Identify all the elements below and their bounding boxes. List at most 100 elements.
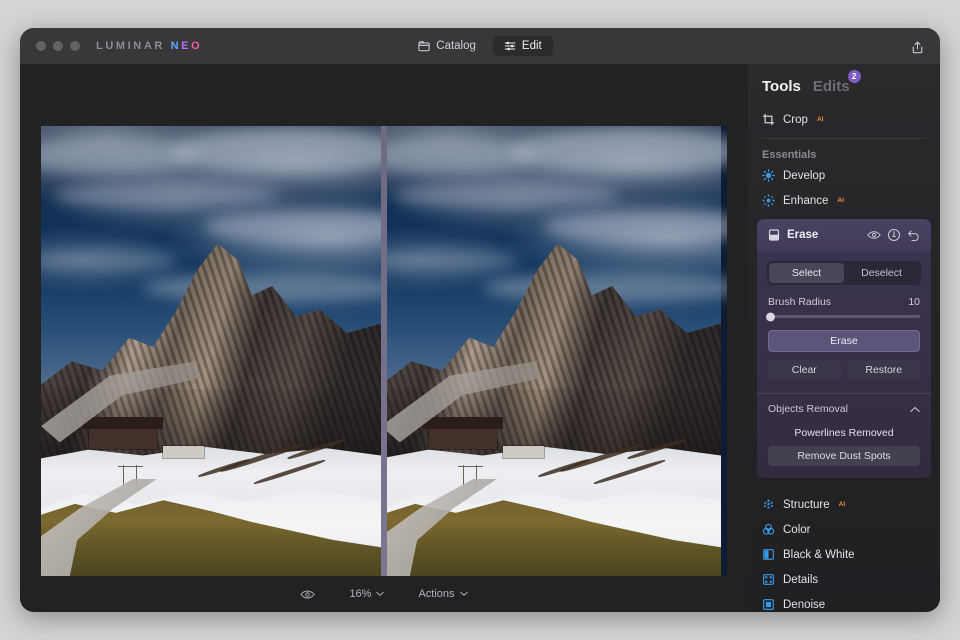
zoom-button[interactable]: [70, 41, 80, 51]
sidebar-item-details-label: Details: [783, 574, 818, 586]
sidebar-item-develop[interactable]: Develop: [748, 163, 940, 188]
edits-count-badge: 2: [848, 70, 861, 83]
erase-panel-header[interactable]: Erase: [757, 219, 931, 251]
color-circles-icon: [762, 523, 775, 536]
window-traffic-lights[interactable]: [36, 41, 80, 51]
zoom-level-label: 16%: [349, 588, 371, 600]
share-export-button[interactable]: [908, 38, 926, 56]
brand-e: E: [181, 40, 191, 52]
zoom-level-dropdown[interactable]: 16%: [349, 588, 384, 600]
erase-tool-panel: Erase Select Deselect: [757, 219, 931, 478]
clear-button[interactable]: Clear: [768, 360, 841, 380]
details-grid-icon: [762, 573, 775, 586]
remove-dust-spots-button[interactable]: Remove Dust Spots: [768, 446, 920, 466]
tab-catalog[interactable]: Catalog: [407, 36, 487, 56]
edit-sliders-icon: [504, 40, 516, 52]
brush-radius-slider-track[interactable]: [768, 315, 920, 318]
sidebar-item-develop-label: Develop: [783, 170, 825, 182]
denoise-square-icon: [762, 598, 775, 611]
tools-sidebar: Tools Edits 2 Crop AI Essentials Deve: [748, 64, 940, 612]
sidebar-item-details[interactable]: Details: [748, 567, 940, 592]
erase-secondary-actions: Clear Restore: [768, 360, 920, 380]
outbuilding: [503, 446, 544, 459]
brush-radius-control[interactable]: Brush Radius 10: [768, 296, 920, 318]
sidebar-item-denoise-label: Denoise: [783, 599, 825, 611]
tab-tools-label: Tools: [762, 78, 801, 95]
cabin-body: [89, 426, 157, 450]
structure-ai-badge: AI: [839, 501, 846, 508]
close-button[interactable]: [36, 41, 46, 51]
share-export-icon: [910, 40, 925, 55]
actions-dropdown[interactable]: Actions: [418, 588, 467, 600]
erase-icon: [767, 228, 781, 242]
sidebar-tabs: Tools Edits 2: [748, 78, 940, 95]
sidebar-item-enhance-label: Enhance: [783, 195, 828, 207]
sidebar-item-crop[interactable]: Crop AI: [748, 107, 940, 132]
eye-icon[interactable]: [867, 228, 881, 242]
sidebar-item-enhance[interactable]: Enhance AI: [748, 188, 940, 213]
deselect-button[interactable]: Deselect: [844, 263, 919, 283]
select-deselect-segmented-control[interactable]: Select Deselect: [767, 261, 921, 285]
bottom-toolbar: 16% Actions: [20, 576, 748, 612]
cabin-roof: [422, 417, 504, 429]
objects-removal-header[interactable]: Objects Removal: [757, 394, 931, 417]
chevron-down-icon: [376, 591, 384, 597]
brush-radius-value: 10: [908, 296, 920, 308]
tab-edit[interactable]: Edit: [493, 36, 553, 56]
chevron-down-icon: [460, 591, 468, 597]
sidebar-item-black-and-white[interactable]: Black & White: [748, 542, 940, 567]
photo-before[interactable]: [41, 126, 381, 578]
cabin-body: [429, 426, 497, 450]
tab-edit-label: Edit: [522, 40, 542, 52]
crop-icon: [762, 113, 775, 126]
select-button[interactable]: Select: [769, 263, 844, 283]
structure-icon: [762, 498, 775, 511]
sidebar-item-denoise[interactable]: Denoise: [748, 592, 940, 612]
outbuilding: [163, 446, 204, 459]
sidebar-item-color-label: Color: [783, 524, 810, 536]
brush-circle-icon[interactable]: [887, 228, 901, 242]
tab-edits-label: Edits: [813, 78, 850, 95]
enhance-sparkle-icon: [762, 194, 775, 207]
brush-radius-label: Brush Radius: [768, 296, 831, 308]
eye-icon: [300, 589, 315, 600]
sidebar-divider: [762, 138, 926, 139]
sidebar-item-black-and-white-label: Black & White: [783, 549, 855, 561]
app-brand-logo: LUMINAR NEO: [96, 40, 202, 52]
title-bar: LUMINAR NEO Catalog Edit: [20, 28, 940, 64]
cabin-roof: [82, 417, 164, 429]
sidebar-item-structure[interactable]: Structure AI: [748, 492, 940, 517]
develop-sun-icon: [762, 169, 775, 182]
black-white-icon: [762, 548, 775, 561]
sidebar-item-structure-label: Structure: [783, 499, 830, 511]
powerlines-status-text: Powerlines Removed: [757, 417, 931, 439]
before-after-comparison[interactable]: [41, 126, 727, 578]
crop-ai-badge: AI: [817, 116, 824, 123]
editor-canvas[interactable]: [20, 64, 748, 576]
undo-icon[interactable]: [907, 228, 921, 242]
luminar-neo-window: LUMINAR NEO Catalog Edit: [20, 28, 940, 612]
tab-edits[interactable]: Edits 2: [813, 78, 850, 95]
restore-button[interactable]: Restore: [848, 360, 921, 380]
sidebar-bottom-tool-list: Structure AI Color Black & White: [748, 492, 940, 612]
chevron-up-icon[interactable]: [910, 406, 920, 413]
section-essentials-label: Essentials: [748, 145, 940, 163]
minimize-button[interactable]: [53, 41, 63, 51]
brand-luminar: LUMINAR: [96, 40, 165, 52]
photo-before-image: [41, 126, 381, 578]
brand-o: O: [191, 40, 202, 52]
photo-after[interactable]: [387, 126, 727, 578]
catalog-folder-icon: [418, 40, 430, 52]
brush-radius-slider-knob[interactable]: [766, 312, 775, 321]
photo-after-image: [387, 126, 727, 578]
preview-toggle-button[interactable]: [300, 589, 315, 600]
sidebar-item-color[interactable]: Color: [748, 517, 940, 542]
objects-removal-title: Objects Removal: [768, 403, 848, 415]
sidebar-item-crop-label: Crop: [783, 114, 808, 126]
tab-tools[interactable]: Tools: [762, 78, 801, 95]
enhance-ai-badge: AI: [837, 197, 844, 204]
erase-panel-title: Erase: [787, 229, 818, 241]
actions-label: Actions: [418, 588, 454, 600]
erase-apply-button[interactable]: Erase: [768, 330, 920, 352]
tab-catalog-label: Catalog: [436, 40, 476, 52]
